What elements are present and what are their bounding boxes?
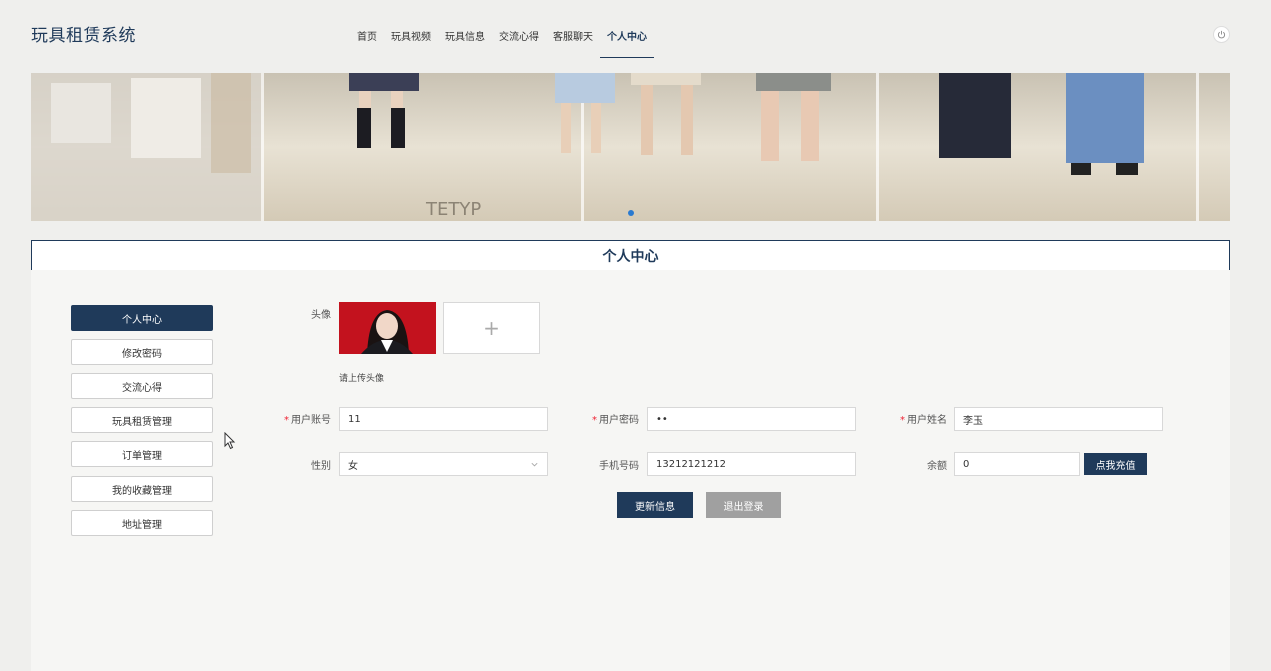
password-label: * 用户密码 xyxy=(592,415,639,426)
power-icon xyxy=(1217,30,1226,39)
sidebar-item-change-password[interactable]: 修改密码 xyxy=(71,339,213,365)
banner-carousel[interactable]: TETYP xyxy=(31,73,1230,221)
name-input[interactable]: 李玉 xyxy=(954,407,1163,431)
logout-power-icon[interactable] xyxy=(1213,26,1230,43)
sidebar-item-experience[interactable]: 交流心得 xyxy=(71,373,213,399)
upload-hint: 请上传头像 xyxy=(339,374,385,384)
avatar-upload-button[interactable]: + xyxy=(443,302,540,354)
nav-item-toy-info[interactable]: 玩具信息 xyxy=(438,26,492,54)
logout-button[interactable]: 退出登录 xyxy=(706,492,781,518)
account-label: * 用户账号 xyxy=(284,415,331,426)
update-info-button[interactable]: 更新信息 xyxy=(617,492,693,518)
avatar-photo xyxy=(339,302,436,354)
mouse-cursor-icon xyxy=(224,432,236,450)
phone-input[interactable]: 13212121212 xyxy=(647,452,856,476)
password-input[interactable]: •• xyxy=(647,407,856,431)
page-title: 个人中心 xyxy=(31,240,1230,271)
header: 玩具租赁系统 首页 玩具视频 玩具信息 交流心得 客服聊天 个人中心 xyxy=(0,0,1271,72)
gender-label: 性别 xyxy=(311,461,331,472)
sidebar-item-personal-center[interactable]: 个人中心 xyxy=(71,305,213,331)
nav-item-experience[interactable]: 交流心得 xyxy=(492,26,546,54)
nav-item-personal-center[interactable]: 个人中心 xyxy=(600,26,654,58)
required-mark: * xyxy=(900,415,905,426)
banner-image: TETYP xyxy=(31,73,1230,221)
gender-selected-value: 女 xyxy=(348,460,358,472)
name-label: * 用户姓名 xyxy=(900,415,947,426)
recharge-button[interactable]: 点我充值 xyxy=(1084,453,1147,475)
svg-text:TETYP: TETYP xyxy=(425,199,481,220)
sidebar-item-favorites[interactable]: 我的收藏管理 xyxy=(71,476,213,502)
sidebar-item-orders[interactable]: 订单管理 xyxy=(71,441,213,467)
nav-item-toy-videos[interactable]: 玩具视频 xyxy=(384,26,438,54)
required-mark: * xyxy=(592,415,597,426)
account-input[interactable]: 11 xyxy=(339,407,548,431)
balance-input[interactable]: 0 xyxy=(954,452,1080,476)
top-nav: 首页 玩具视频 玩具信息 交流心得 客服聊天 个人中心 xyxy=(350,26,654,58)
nav-item-customer-chat[interactable]: 客服聊天 xyxy=(546,26,600,54)
nav-item-home[interactable]: 首页 xyxy=(350,26,384,54)
chevron-down-icon xyxy=(531,462,538,467)
phone-label: 手机号码 xyxy=(599,461,639,472)
carousel-indicator-dot[interactable] xyxy=(628,210,634,216)
avatar-label: 头像 xyxy=(311,310,331,321)
sidebar-item-toy-rental[interactable]: 玩具租赁管理 xyxy=(71,407,213,433)
avatar xyxy=(339,302,436,354)
balance-label: 余额 xyxy=(927,461,947,472)
plus-icon: + xyxy=(483,316,500,340)
gender-select[interactable]: 女 xyxy=(339,452,548,476)
sidebar-item-address[interactable]: 地址管理 xyxy=(71,510,213,536)
site-title: 玩具租赁系统 xyxy=(31,26,136,46)
required-mark: * xyxy=(284,415,289,426)
